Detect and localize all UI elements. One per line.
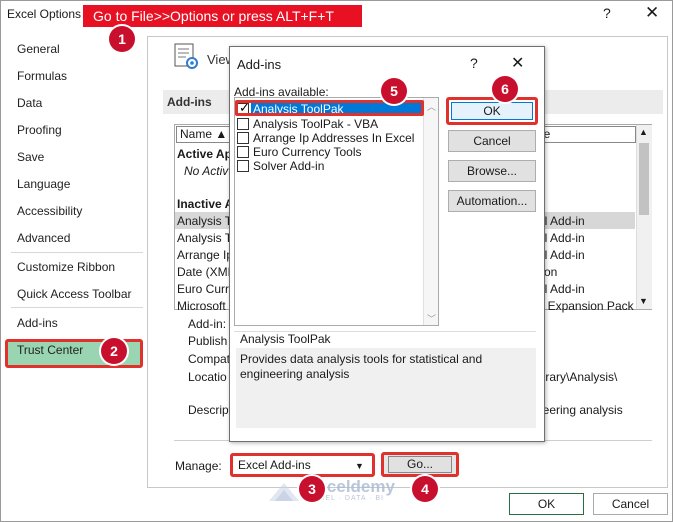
ok-button[interactable]: OK (509, 493, 584, 515)
addin-label: Euro Currency Tools (253, 145, 362, 159)
chevron-down-icon[interactable]: ▼ (355, 461, 364, 471)
table-row[interactable]: Microsoft (177, 299, 226, 313)
detail-publisher-label: Publish (188, 334, 228, 348)
list-scroll-thumb[interactable] (639, 143, 649, 215)
dialog-title: Add-ins (237, 57, 282, 72)
table-row[interactable]: Date (XML (177, 265, 234, 279)
checkbox[interactable] (237, 160, 249, 172)
sidebar-item-general[interactable]: General (17, 42, 60, 56)
scroll-down-icon[interactable]: ﹀ (427, 312, 436, 325)
sidebar: General Formulas Data Proofing Save Lang… (1, 30, 147, 490)
scroll-up-icon[interactable]: ︿ (427, 100, 436, 113)
instruction-banner: Go to File>>Options or press ALT+F+T (83, 5, 362, 27)
automation-button[interactable]: Automation... (448, 190, 536, 212)
column-header-type[interactable]: pe (530, 126, 636, 143)
table-cell-type: el Add-in (538, 248, 585, 262)
manage-select[interactable]: Excel Add-ins (230, 453, 375, 477)
go-button-label: Go... (406, 457, 433, 471)
detail-location-value: ibrary\Analysis\ (536, 370, 618, 384)
sidebar-item-quick-access-toolbar[interactable]: Quick Access Toolbar (17, 287, 132, 301)
description-title: Analysis ToolPak (240, 332, 331, 346)
window-title: Excel Options (7, 7, 82, 21)
sidebar-item-save[interactable]: Save (17, 150, 44, 164)
table-cell-type: L Expansion Pack (538, 299, 634, 313)
table-cell-type: el Add-in (538, 214, 585, 228)
dialog-ok-label: OK (451, 102, 533, 120)
sidebar-divider (11, 252, 143, 253)
step-badge-2: 2 (101, 338, 127, 364)
cancel-button[interactable]: Cancel (593, 493, 668, 515)
sidebar-item-trust-center[interactable]: Trust Center (17, 343, 83, 357)
detail-location-label: Locatio (188, 370, 227, 384)
scroll-down-icon[interactable]: ▼ (639, 296, 648, 306)
step-badge-5: 5 (381, 78, 407, 104)
sidebar-item-language[interactable]: Language (17, 177, 70, 191)
exceldemy-logo-icon (269, 483, 299, 501)
sidebar-item-accessibility[interactable]: Accessibility (17, 204, 82, 218)
addin-label: Solver Add-in (253, 159, 325, 173)
addin-label: Arrange Ip Addresses In Excel (253, 131, 415, 145)
step-badge-1: 1 (109, 26, 135, 52)
description-text: Provides data analysis tools for statist… (236, 348, 536, 428)
list-item: No Activ (184, 164, 229, 178)
dialog-help-icon[interactable]: ? (470, 55, 478, 71)
exceldemy-watermark: exceldemy EXCEL · DATA · BI (265, 477, 435, 507)
detail-addin-label: Add-in: (188, 317, 227, 331)
detail-compat-label: Compat (188, 352, 231, 366)
table-row[interactable]: Arrange Ip (177, 248, 233, 262)
table-cell-type: el Add-in (538, 282, 585, 296)
go-button[interactable]: Go... (381, 452, 459, 477)
addins-list-scrollbar[interactable] (423, 98, 438, 325)
list-group-active: Active Ap (177, 147, 232, 161)
step-badge-4: 4 (412, 476, 438, 502)
table-cell-type: el Add-in (538, 231, 585, 245)
sidebar-item-proofing[interactable]: Proofing (17, 123, 62, 137)
addin-label: Analysis ToolPak - VBA (253, 117, 379, 131)
browse-button[interactable]: Browse... (448, 160, 536, 182)
column-header-name[interactable]: Name ▲ (176, 126, 234, 143)
sidebar-item-advanced[interactable]: Advanced (17, 231, 70, 245)
sidebar-item-data[interactable]: Data (17, 96, 42, 110)
sidebar-item-customize-ribbon[interactable]: Customize Ribbon (17, 260, 115, 274)
dialog-close-icon[interactable]: ✕ (511, 53, 524, 73)
step-badge-3: 3 (299, 476, 325, 502)
dialog-cancel-button[interactable]: Cancel (448, 130, 536, 152)
detail-description-value: neering analysis (536, 403, 623, 417)
checkbox[interactable] (237, 118, 249, 130)
help-icon[interactable]: ? (603, 5, 611, 21)
list-group-inactive: Inactive A (177, 197, 234, 211)
table-row[interactable]: Analysis T (177, 214, 232, 228)
step-badge-6: 6 (492, 76, 518, 102)
sidebar-divider (11, 307, 143, 308)
checkbox[interactable] (237, 132, 249, 144)
detail-description-label: Descript (188, 403, 233, 417)
checkbox[interactable] (237, 146, 249, 158)
dialog-ok-button[interactable]: OK (446, 97, 538, 125)
view-addins-icon (174, 43, 198, 69)
scroll-up-icon[interactable]: ▲ (639, 127, 648, 137)
table-row[interactable]: Euro Curr (177, 282, 229, 296)
sidebar-item-addins[interactable]: Add-ins (17, 316, 58, 330)
sidebar-item-formulas[interactable]: Formulas (17, 69, 67, 83)
manage-label: Manage: (175, 459, 222, 473)
table-row[interactable]: Analysis T (177, 231, 232, 245)
close-icon[interactable]: ✕ (645, 3, 659, 23)
